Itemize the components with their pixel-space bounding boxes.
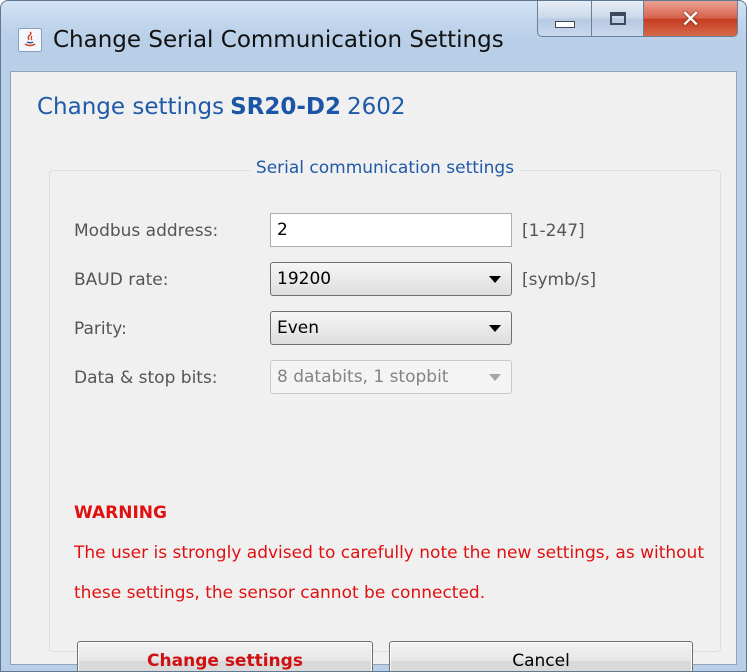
parity-value: Even (277, 318, 320, 338)
caption-buttons: ✕ (537, 1, 738, 37)
modbus-address-label: Modbus address: (74, 221, 219, 241)
dialog-content: Change settings SR20-D2 2602 Serial commun… (10, 71, 737, 671)
modbus-address-input[interactable] (270, 213, 512, 247)
change-settings-button[interactable]: Change settings (77, 641, 373, 671)
data-stop-bits-label: Data & stop bits: (74, 368, 218, 388)
modbus-address-hint: [1-247] (522, 221, 585, 241)
window-title: Change Serial Communication Settings (53, 27, 504, 53)
java-icon[interactable] (18, 28, 42, 52)
parity-label: Parity: (74, 319, 127, 339)
title-bar[interactable]: Change Serial Communication Settings ✕ (1, 1, 746, 71)
warning-title: WARNING (74, 503, 167, 523)
chevron-down-icon (489, 325, 501, 332)
maximize-button[interactable] (592, 1, 644, 37)
maximize-icon (609, 12, 626, 25)
baud-rate-hint: [symb/s] (522, 270, 597, 290)
group-title: Serial communication settings (50, 158, 720, 178)
baud-rate-value: 19200 (277, 269, 332, 289)
data-stop-bits-value: 8 databits, 1 stopbit (277, 367, 449, 387)
parity-select[interactable]: Even (270, 311, 512, 345)
heading-model: SR20-D2 (230, 94, 342, 120)
close-button[interactable]: ✕ (644, 1, 738, 37)
chevron-down-icon (489, 374, 501, 381)
warning-text: The user is strongly advised to carefull… (74, 543, 704, 603)
baud-rate-label: BAUD rate: (74, 270, 169, 290)
group-title-text: Serial communication settings (249, 158, 521, 178)
minimize-button[interactable] (537, 1, 592, 37)
heading-serial: 2602 (347, 94, 406, 120)
minimize-icon (554, 21, 575, 28)
page-title: Change settings SR20-D2 2602 (37, 94, 406, 120)
dialog-window: Change Serial Communication Settings ✕ C… (0, 0, 747, 672)
data-stop-bits-select: 8 databits, 1 stopbit (270, 360, 512, 394)
close-icon: ✕ (680, 4, 701, 33)
cancel-button[interactable]: Cancel (389, 641, 693, 671)
serial-settings-group: Serial communication settings Modbus add… (49, 158, 721, 671)
chevron-down-icon (489, 276, 501, 283)
heading-prefix: Change settings (37, 94, 225, 120)
baud-rate-select[interactable]: 19200 (270, 262, 512, 296)
